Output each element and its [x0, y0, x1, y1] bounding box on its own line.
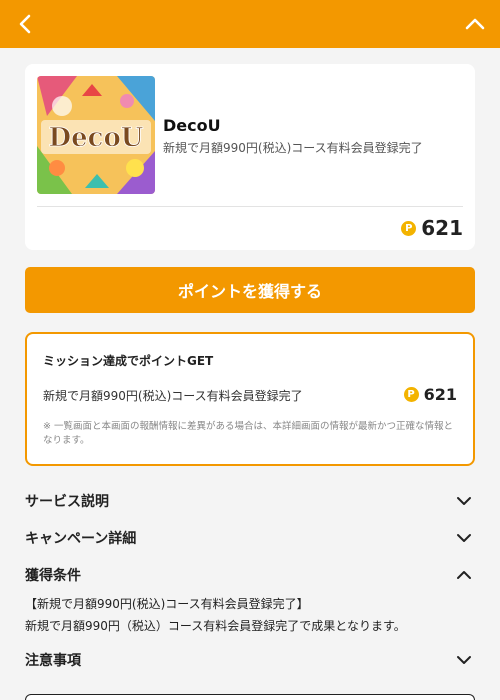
top-bar: [0, 0, 500, 48]
accordion-conditions-label: 獲得条件: [25, 568, 81, 584]
conditions-heading: 【新規で月額990円(税込)コース有料会員登録完了】: [25, 597, 309, 611]
mission-text: 新規で月額990円(税込)コース有料会員登録完了: [43, 389, 303, 403]
back-button[interactable]: [12, 10, 38, 38]
card-divider: [37, 206, 463, 207]
accordion-service-label: サービス説明: [25, 494, 109, 510]
point-coin-icon: P: [401, 220, 417, 236]
accordion-campaign-label: キャンペーン詳細: [25, 531, 137, 547]
app-thumbnail: DecoU: [37, 76, 155, 194]
accordion-notes-label: 注意事項: [25, 653, 81, 669]
mission-points-value: 621: [423, 385, 457, 404]
app-logo-image: DecoU: [37, 76, 155, 194]
app-card: DecoU DecoU 新規で月額990円(税込)コース有料会員登録完了 P 6…: [25, 64, 475, 250]
accordion-notes[interactable]: 注意事項: [25, 647, 475, 673]
chevron-down-icon: [453, 490, 475, 512]
svg-text:DecoU: DecoU: [49, 123, 144, 153]
accordion-conditions[interactable]: 獲得条件: [25, 562, 475, 588]
accordion-campaign[interactable]: キャンペーン詳細: [25, 525, 475, 551]
bottom-button-partial[interactable]: [25, 694, 475, 700]
app-points-value: 621: [421, 216, 463, 240]
chevron-left-icon: [19, 14, 31, 34]
get-points-button[interactable]: ポイントを獲得する: [25, 267, 475, 313]
mission-box: ミッション達成でポイントGET 新規で月額990円(税込)コース有料会員登録完了…: [25, 332, 475, 466]
mission-note: ※ 一覧画面と本画面の報酬情報に差異がある場合は、本詳細画面の情報が最新かつ正確…: [43, 421, 453, 446]
chevron-down-icon: [453, 649, 475, 671]
app-name: DecoU: [163, 116, 221, 135]
mission-title: ミッション達成でポイントGET: [43, 354, 214, 368]
conditions-text: 新規で月額990円（税込）コース有料会員登録完了で成果となります。: [25, 619, 406, 633]
mission-points: P 621: [403, 385, 457, 404]
chevron-up-icon: [465, 18, 485, 30]
chevron-up-icon: [453, 564, 475, 586]
accordion-service[interactable]: サービス説明: [25, 488, 475, 514]
app-points: P 621: [401, 216, 463, 240]
collapse-button[interactable]: [462, 10, 488, 38]
point-coin-icon: P: [403, 387, 419, 402]
app-description: 新規で月額990円(税込)コース有料会員登録完了: [163, 141, 423, 155]
chevron-down-icon: [453, 527, 475, 549]
